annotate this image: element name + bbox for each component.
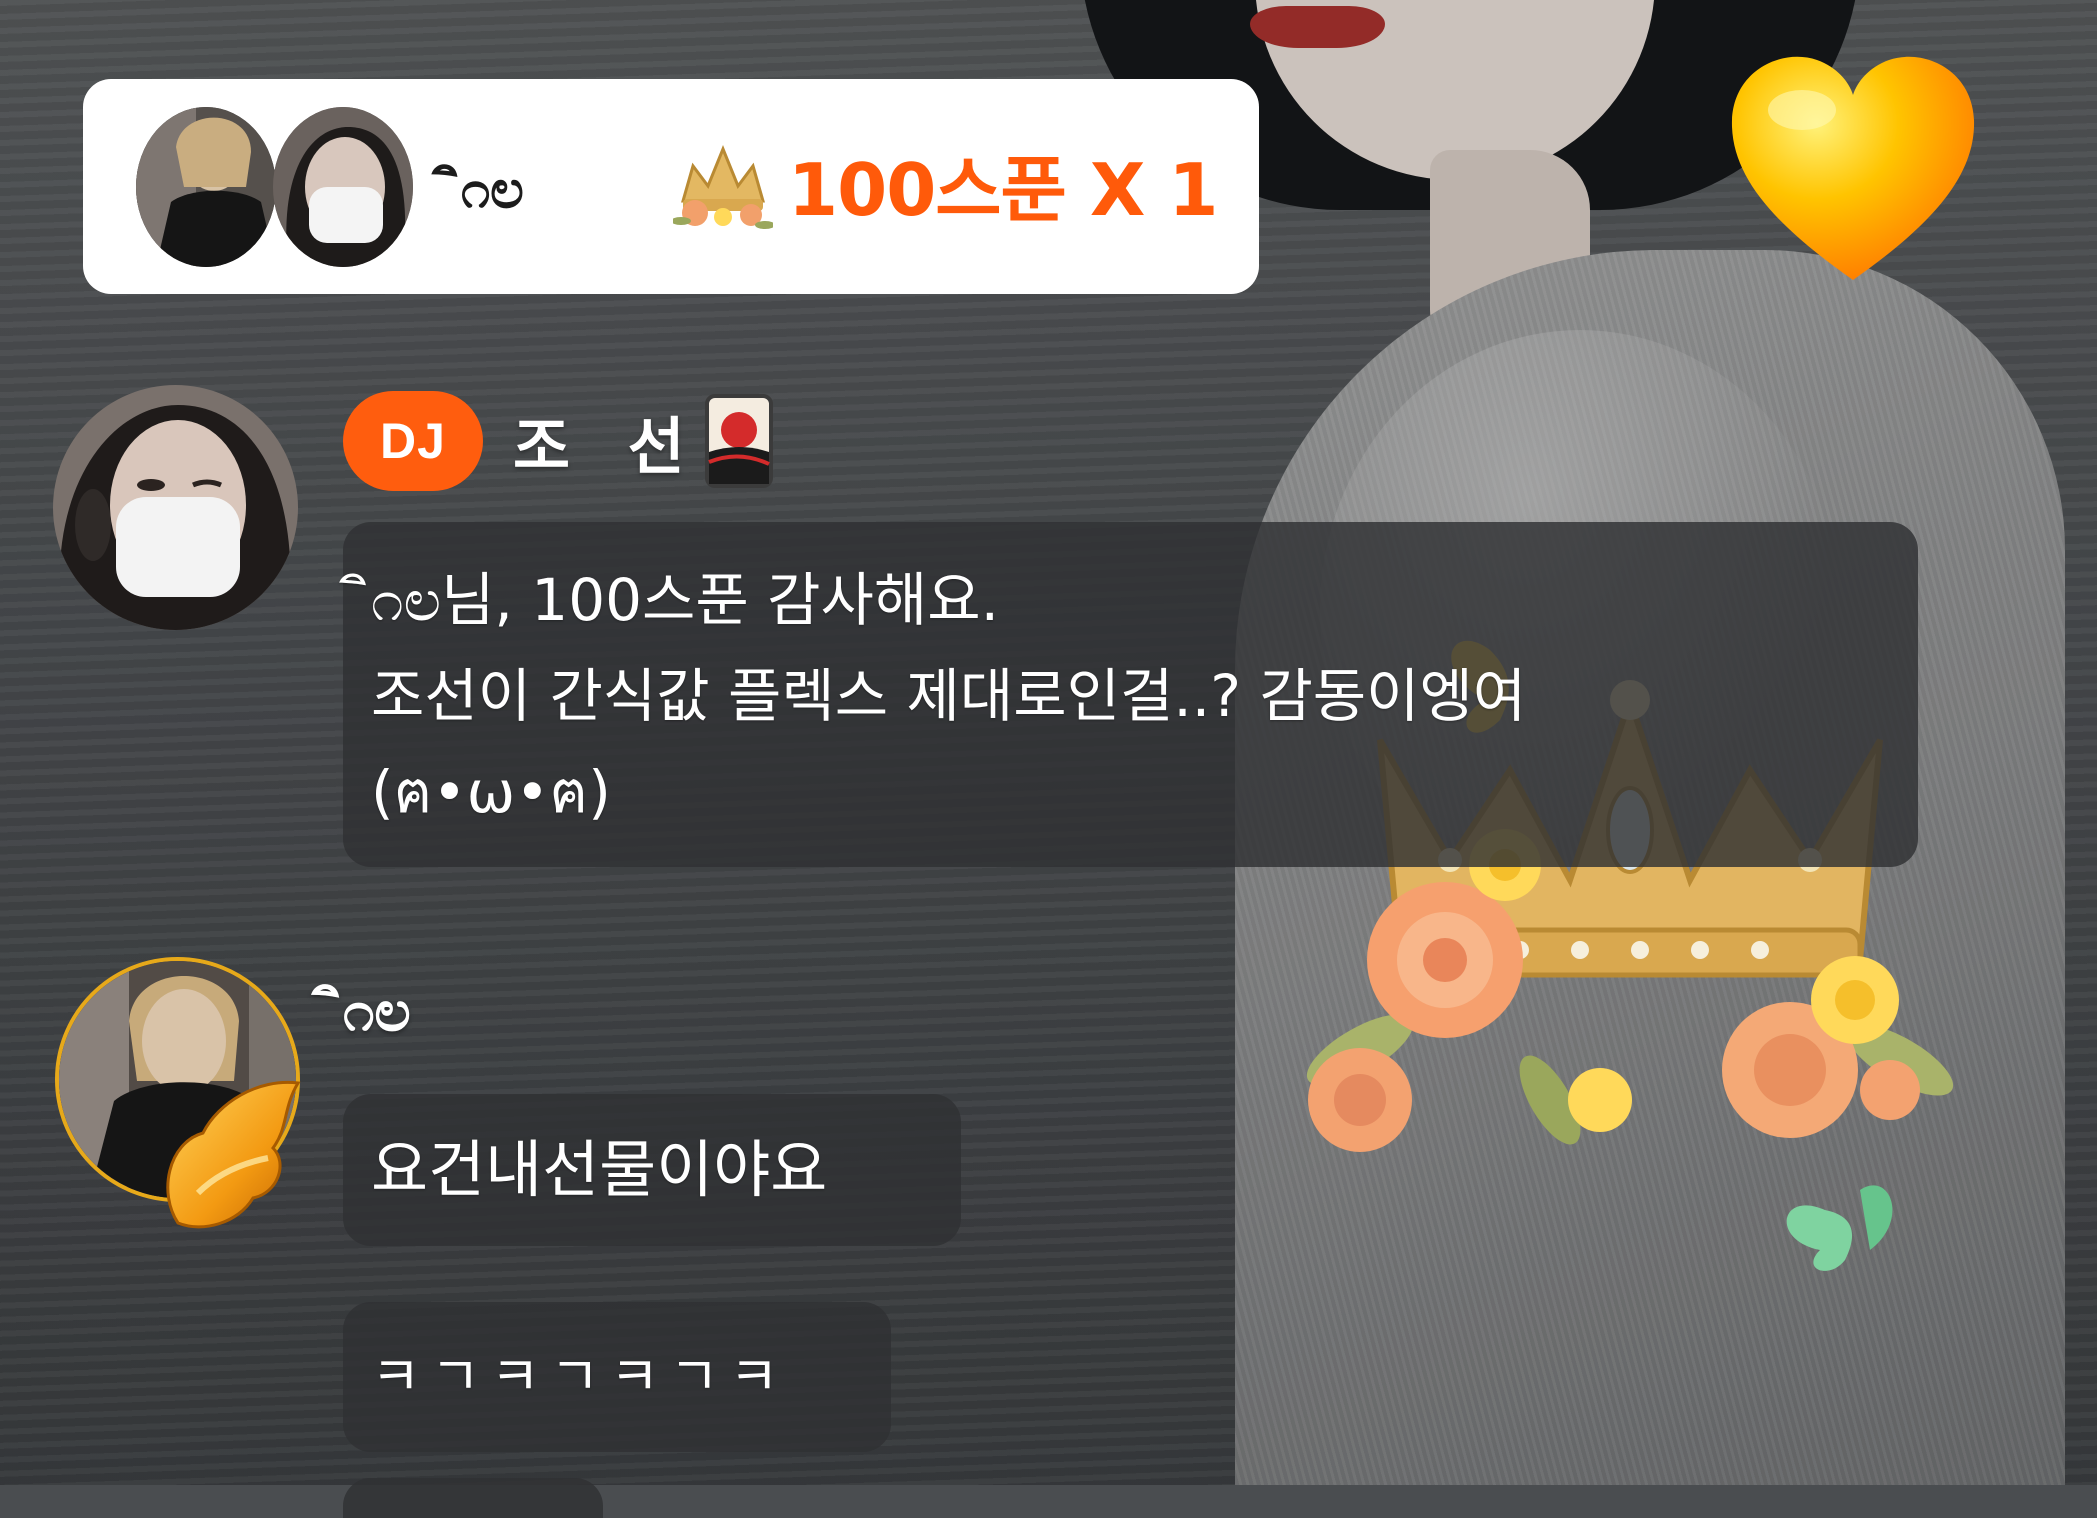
dj-name-row: DJ 조 선	[343, 388, 775, 493]
dj-message-line: ‌ิ೧ಲ님, 100스푼 감사해요.	[371, 566, 1000, 634]
dj-avatar[interactable]	[273, 107, 413, 267]
crown-gift-icon	[673, 145, 773, 229]
gift-notification[interactable]: ‌ิ೧ಲ 100스푼 X 1	[83, 79, 1259, 294]
hanafuda-card-icon	[704, 393, 773, 488]
heart-icon[interactable]	[1722, 40, 1984, 290]
next-message-bubble[interactable]	[343, 1478, 603, 1518]
sender-avatar[interactable]	[136, 107, 276, 267]
user-name-row: ‌ิ೧ಲ	[343, 965, 411, 1055]
gold-wing-icon	[166, 1080, 301, 1229]
dj-avatar[interactable]	[53, 385, 298, 630]
dj-nickname[interactable]: 조 선	[513, 396, 703, 486]
dj-message-bubble[interactable]: ‌ิ೧ಲ님, 100스푼 감사해요. 조선이 간식값 플렉스 제대로인걸..? …	[343, 522, 1918, 867]
user-message-bubble[interactable]: ㅋㄱㅋㄱㅋㄱㅋ	[343, 1302, 891, 1452]
gift-amount: 100스푼 X 1	[788, 148, 1219, 232]
dj-message-line: (ฅ•ω•ฅ)	[371, 758, 611, 826]
user-message-text: ㅋㄱㅋㄱㅋㄱㅋ	[371, 1345, 789, 1408]
dj-message-line: 조선이 간식값 플렉스 제대로인걸..? 감동이엥여	[371, 662, 1527, 730]
user-nickname[interactable]: ‌ิ೧ಲ	[343, 966, 411, 1055]
dj-badge: DJ	[343, 390, 483, 491]
gift-sender-name: ‌ิ೧ಲ	[461, 160, 524, 220]
user-message-text: 요건내선물이야요	[371, 1133, 828, 1206]
user-message-bubble[interactable]: 요건내선물이야요	[343, 1094, 961, 1246]
